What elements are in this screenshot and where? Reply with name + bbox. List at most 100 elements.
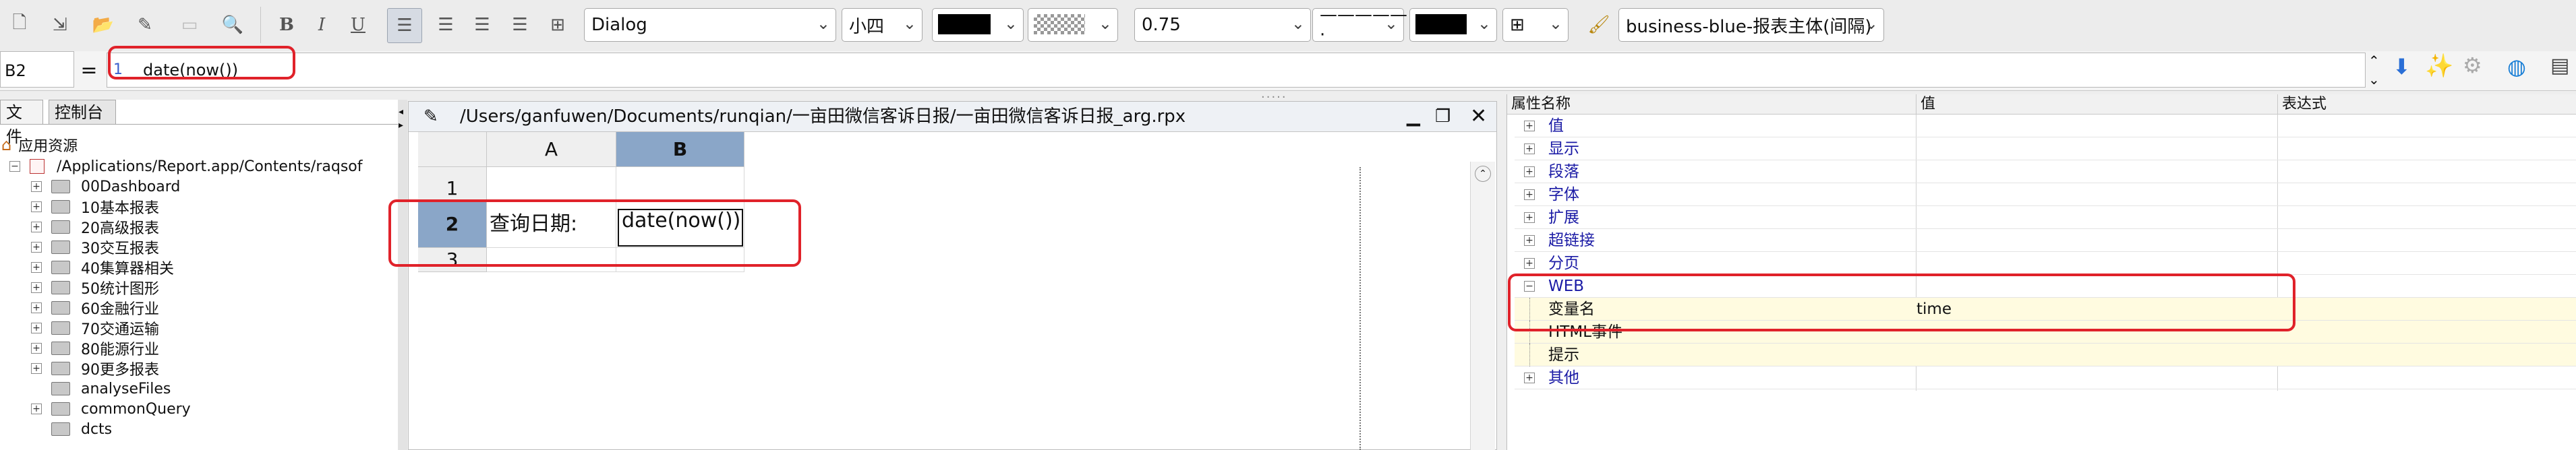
cell-highlight-box bbox=[388, 199, 801, 267]
tree-root[interactable]: ⌂ 应用资源 bbox=[1, 135, 78, 155]
cell-a1[interactable] bbox=[487, 167, 616, 201]
tree-item[interactable]: +40集算器相关 bbox=[31, 257, 174, 278]
tree-item[interactable]: + commonQuery bbox=[31, 399, 191, 419]
property-group[interactable]: + 超链接 bbox=[1515, 229, 2576, 252]
toolbar-divider bbox=[260, 7, 261, 43]
expand-icon[interactable]: + bbox=[1524, 258, 1535, 269]
tree-item[interactable]: analyseFiles bbox=[51, 379, 171, 399]
column-header-a[interactable]: A bbox=[487, 132, 616, 167]
expand-icon[interactable]: + bbox=[31, 282, 42, 293]
align-justify-icon[interactable]: ☰ bbox=[503, 8, 537, 42]
chevron-down-icon: ⌄ bbox=[816, 14, 830, 33]
collapse-left-icon[interactable]: ◂ bbox=[399, 106, 403, 117]
border-color-select[interactable]: ⌄ bbox=[1409, 8, 1497, 42]
formula-scroll-icon[interactable]: ⌃ ⌄ bbox=[2368, 51, 2380, 89]
expand-icon[interactable]: + bbox=[31, 343, 42, 354]
tree-item[interactable]: +90更多报表 bbox=[31, 358, 159, 379]
cell-b1[interactable] bbox=[616, 167, 744, 201]
preview-icon[interactable]: 🔍 bbox=[216, 8, 250, 42]
expand-icon[interactable]: + bbox=[31, 262, 42, 273]
folder-icon bbox=[51, 422, 70, 436]
font-color-select[interactable]: ⌄ bbox=[932, 8, 1024, 42]
save-icon[interactable]: ▭ bbox=[173, 8, 206, 42]
download-arrow-icon[interactable]: ⬇ bbox=[2393, 54, 2411, 79]
property-group[interactable]: + 值 bbox=[1515, 115, 2576, 137]
tree-item[interactable]: +70交通运输 bbox=[31, 318, 159, 338]
panel-collapse-strip[interactable]: ◂ ▸ bbox=[398, 100, 407, 450]
expand-icon[interactable]: + bbox=[1524, 121, 1535, 131]
tree-item[interactable]: +20高级报表 bbox=[31, 217, 159, 237]
property-group[interactable]: + 分页 bbox=[1515, 252, 2576, 275]
property-group[interactable]: + 显示 bbox=[1515, 137, 2576, 160]
print-icon[interactable]: ▤ bbox=[2550, 54, 2569, 77]
property-group[interactable]: + 扩展 bbox=[1515, 206, 2576, 229]
expand-icon[interactable]: + bbox=[31, 302, 42, 313]
style-select[interactable]: business-blue-报表主体(间隔) ⌄ bbox=[1618, 8, 1884, 42]
tab-files[interactable]: 文件 bbox=[0, 100, 43, 146]
settings-gear-icon[interactable]: ⚙ bbox=[2463, 53, 2482, 78]
grid-corner[interactable] bbox=[418, 132, 487, 167]
expand-icon[interactable]: + bbox=[31, 181, 42, 192]
magic-wand-icon[interactable]: ✨ bbox=[2425, 53, 2453, 79]
scroll-up-icon[interactable]: ⌃ bbox=[1475, 166, 1491, 182]
background-color-select[interactable]: ⌄ bbox=[1028, 8, 1118, 42]
expand-icon[interactable]: + bbox=[1524, 212, 1535, 223]
tree-item[interactable]: +10基本报表 bbox=[31, 197, 159, 217]
line-width-select[interactable]: 0.75 ⌄ bbox=[1134, 8, 1311, 42]
property-row-tooltip[interactable]: 提示 bbox=[1515, 344, 2576, 366]
tree-item[interactable]: +30交互报表 bbox=[31, 237, 159, 257]
formula-input[interactable] bbox=[107, 53, 2366, 88]
expand-icon[interactable]: + bbox=[31, 242, 42, 253]
tree-item[interactable]: +80能源行业 bbox=[31, 338, 159, 358]
import-icon[interactable]: ⇲ bbox=[43, 8, 77, 42]
font-size-select[interactable]: 小四 ⌄ bbox=[842, 8, 923, 42]
expand-icon[interactable]: + bbox=[31, 404, 42, 414]
tree-item[interactable]: dcts bbox=[51, 419, 112, 439]
expand-icon[interactable]: + bbox=[31, 201, 42, 212]
folder-icon bbox=[51, 281, 70, 294]
border-select[interactable]: ⊞ ⌄ bbox=[1502, 8, 1569, 42]
expand-icon[interactable]: + bbox=[1524, 189, 1535, 200]
align-left-icon[interactable]: ☰ bbox=[387, 8, 422, 43]
tree-item[interactable]: +60金融行业 bbox=[31, 298, 159, 318]
editor-vertical-scrollbar[interactable]: ⌃ bbox=[1470, 162, 1495, 450]
underline-button[interactable]: U bbox=[341, 8, 375, 42]
property-group[interactable]: + 段落 bbox=[1515, 160, 2576, 183]
expand-icon[interactable]: + bbox=[31, 323, 42, 333]
tree-item[interactable]: +50统计图形 bbox=[31, 278, 159, 298]
property-group[interactable]: + 其他 bbox=[1515, 366, 2576, 389]
line-style-select[interactable]: —————· ⌄ bbox=[1312, 5, 1407, 45]
collapse-right-icon[interactable]: ▸ bbox=[399, 120, 403, 131]
font-name-select[interactable]: Dialog ⌄ bbox=[584, 8, 836, 42]
format-brush-icon[interactable]: 🖌 bbox=[1582, 8, 1616, 42]
minimize-icon[interactable]: ▁ bbox=[1407, 102, 1420, 131]
close-icon[interactable]: ✕ bbox=[1470, 102, 1487, 131]
cell-reference-box[interactable]: B2 bbox=[0, 51, 74, 88]
tree-item-label: 30交互报表 bbox=[81, 240, 159, 257]
italic-button[interactable]: I bbox=[305, 8, 339, 42]
align-right-icon[interactable]: ☰ bbox=[465, 8, 499, 42]
expand-icon[interactable]: + bbox=[31, 363, 42, 374]
expand-icon[interactable]: + bbox=[1524, 235, 1535, 246]
cell-format-icon[interactable]: ⊞ bbox=[541, 8, 575, 42]
expand-icon[interactable]: + bbox=[31, 222, 42, 232]
edit-folder-icon[interactable]: ✎ bbox=[128, 8, 162, 42]
folder-icon bbox=[51, 402, 70, 416]
row-header-1[interactable]: 1 bbox=[418, 167, 487, 201]
property-group[interactable]: + 字体 bbox=[1515, 183, 2576, 206]
restore-icon[interactable]: ❐ bbox=[1435, 102, 1451, 131]
property-name: 提示 bbox=[1548, 346, 1579, 364]
expand-icon[interactable]: + bbox=[1524, 143, 1535, 154]
new-file-icon[interactable]: 🗋 bbox=[3, 8, 36, 42]
tree-item[interactable]: +00Dashboard bbox=[31, 176, 180, 197]
tab-console[interactable]: 控制台 bbox=[49, 100, 116, 124]
open-folder-icon[interactable]: 📂 bbox=[86, 8, 120, 42]
browser-icon[interactable]: ◍ bbox=[2507, 54, 2526, 79]
column-header-b[interactable]: B bbox=[616, 132, 744, 167]
expand-icon[interactable]: + bbox=[1524, 373, 1535, 383]
tree-path[interactable]: − /Applications/Report.app/Contents/raqso… bbox=[9, 156, 362, 176]
collapse-icon[interactable]: − bbox=[9, 161, 20, 172]
align-center-icon[interactable]: ☰ bbox=[429, 8, 463, 42]
bold-button[interactable]: B bbox=[270, 8, 303, 42]
expand-icon[interactable]: + bbox=[1524, 166, 1535, 177]
